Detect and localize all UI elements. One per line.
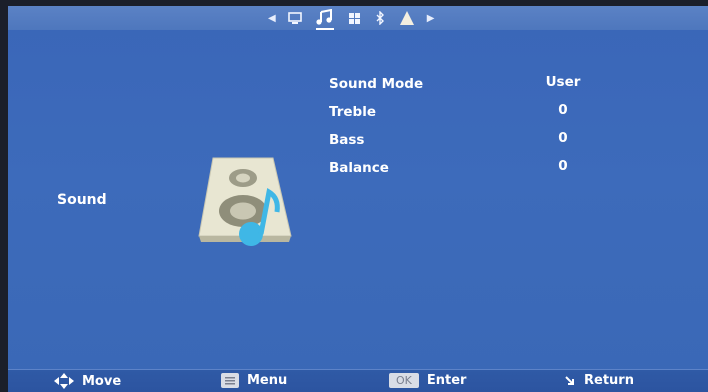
picture-icon bbox=[287, 11, 302, 24]
music-note-icon bbox=[316, 9, 332, 25]
tv-screen: ◀ ▶ Sound Sound Mode User Treble 0 Bass … bbox=[8, 6, 708, 392]
bass-label: Bass bbox=[329, 132, 365, 148]
sound-mode-label: Sound Mode bbox=[329, 76, 424, 92]
hint-menu: Menu bbox=[221, 373, 287, 388]
ok-key: OK bbox=[389, 373, 419, 388]
hint-enter-label: Enter bbox=[426, 373, 467, 388]
tab-sound[interactable] bbox=[315, 6, 334, 30]
hint-return-label: Return bbox=[584, 373, 634, 388]
dpad-icon bbox=[54, 373, 74, 389]
menu-row-sound-mode[interactable]: Sound Mode User bbox=[329, 74, 629, 104]
balance-value: 0 bbox=[558, 158, 568, 174]
top-tab-bar: ◀ ▶ bbox=[8, 6, 708, 30]
menu-row-bass[interactable]: Bass 0 bbox=[329, 130, 629, 160]
speaker-icon bbox=[198, 157, 292, 246]
hint-move: Move bbox=[54, 373, 121, 389]
balance-label: Balance bbox=[329, 160, 389, 176]
hint-return: Return bbox=[564, 373, 634, 388]
bass-value: 0 bbox=[558, 130, 568, 146]
left-arrow-icon[interactable]: ◀ bbox=[268, 13, 276, 24]
tab-bluetooth[interactable] bbox=[375, 6, 385, 30]
section-title: Sound bbox=[57, 192, 107, 208]
lock-icon bbox=[399, 11, 414, 25]
tab-lock[interactable] bbox=[399, 6, 415, 30]
menu-row-treble[interactable]: Treble 0 bbox=[329, 102, 629, 132]
hint-menu-label: Menu bbox=[247, 373, 288, 388]
menu-row-balance[interactable]: Balance 0 bbox=[329, 158, 629, 188]
sound-mode-value: User bbox=[545, 74, 581, 90]
grid-icon bbox=[348, 12, 360, 24]
treble-label: Treble bbox=[329, 104, 376, 120]
hint-enter: OK Enter bbox=[389, 373, 466, 388]
tab-strip: ◀ ▶ bbox=[263, 6, 439, 30]
sound-settings-list: Sound Mode User Treble 0 Bass 0 Balance … bbox=[329, 74, 629, 188]
bluetooth-icon bbox=[376, 11, 384, 25]
menu-key-icon bbox=[221, 373, 239, 388]
tab-picture[interactable] bbox=[287, 6, 302, 30]
right-arrow-icon[interactable]: ▶ bbox=[427, 13, 435, 24]
hint-move-label: Move bbox=[82, 373, 122, 389]
footer-hint-bar: Move Menu OK Enter Return bbox=[8, 369, 708, 392]
tab-apps[interactable] bbox=[348, 6, 361, 30]
return-icon bbox=[564, 375, 576, 387]
treble-value: 0 bbox=[558, 102, 568, 118]
